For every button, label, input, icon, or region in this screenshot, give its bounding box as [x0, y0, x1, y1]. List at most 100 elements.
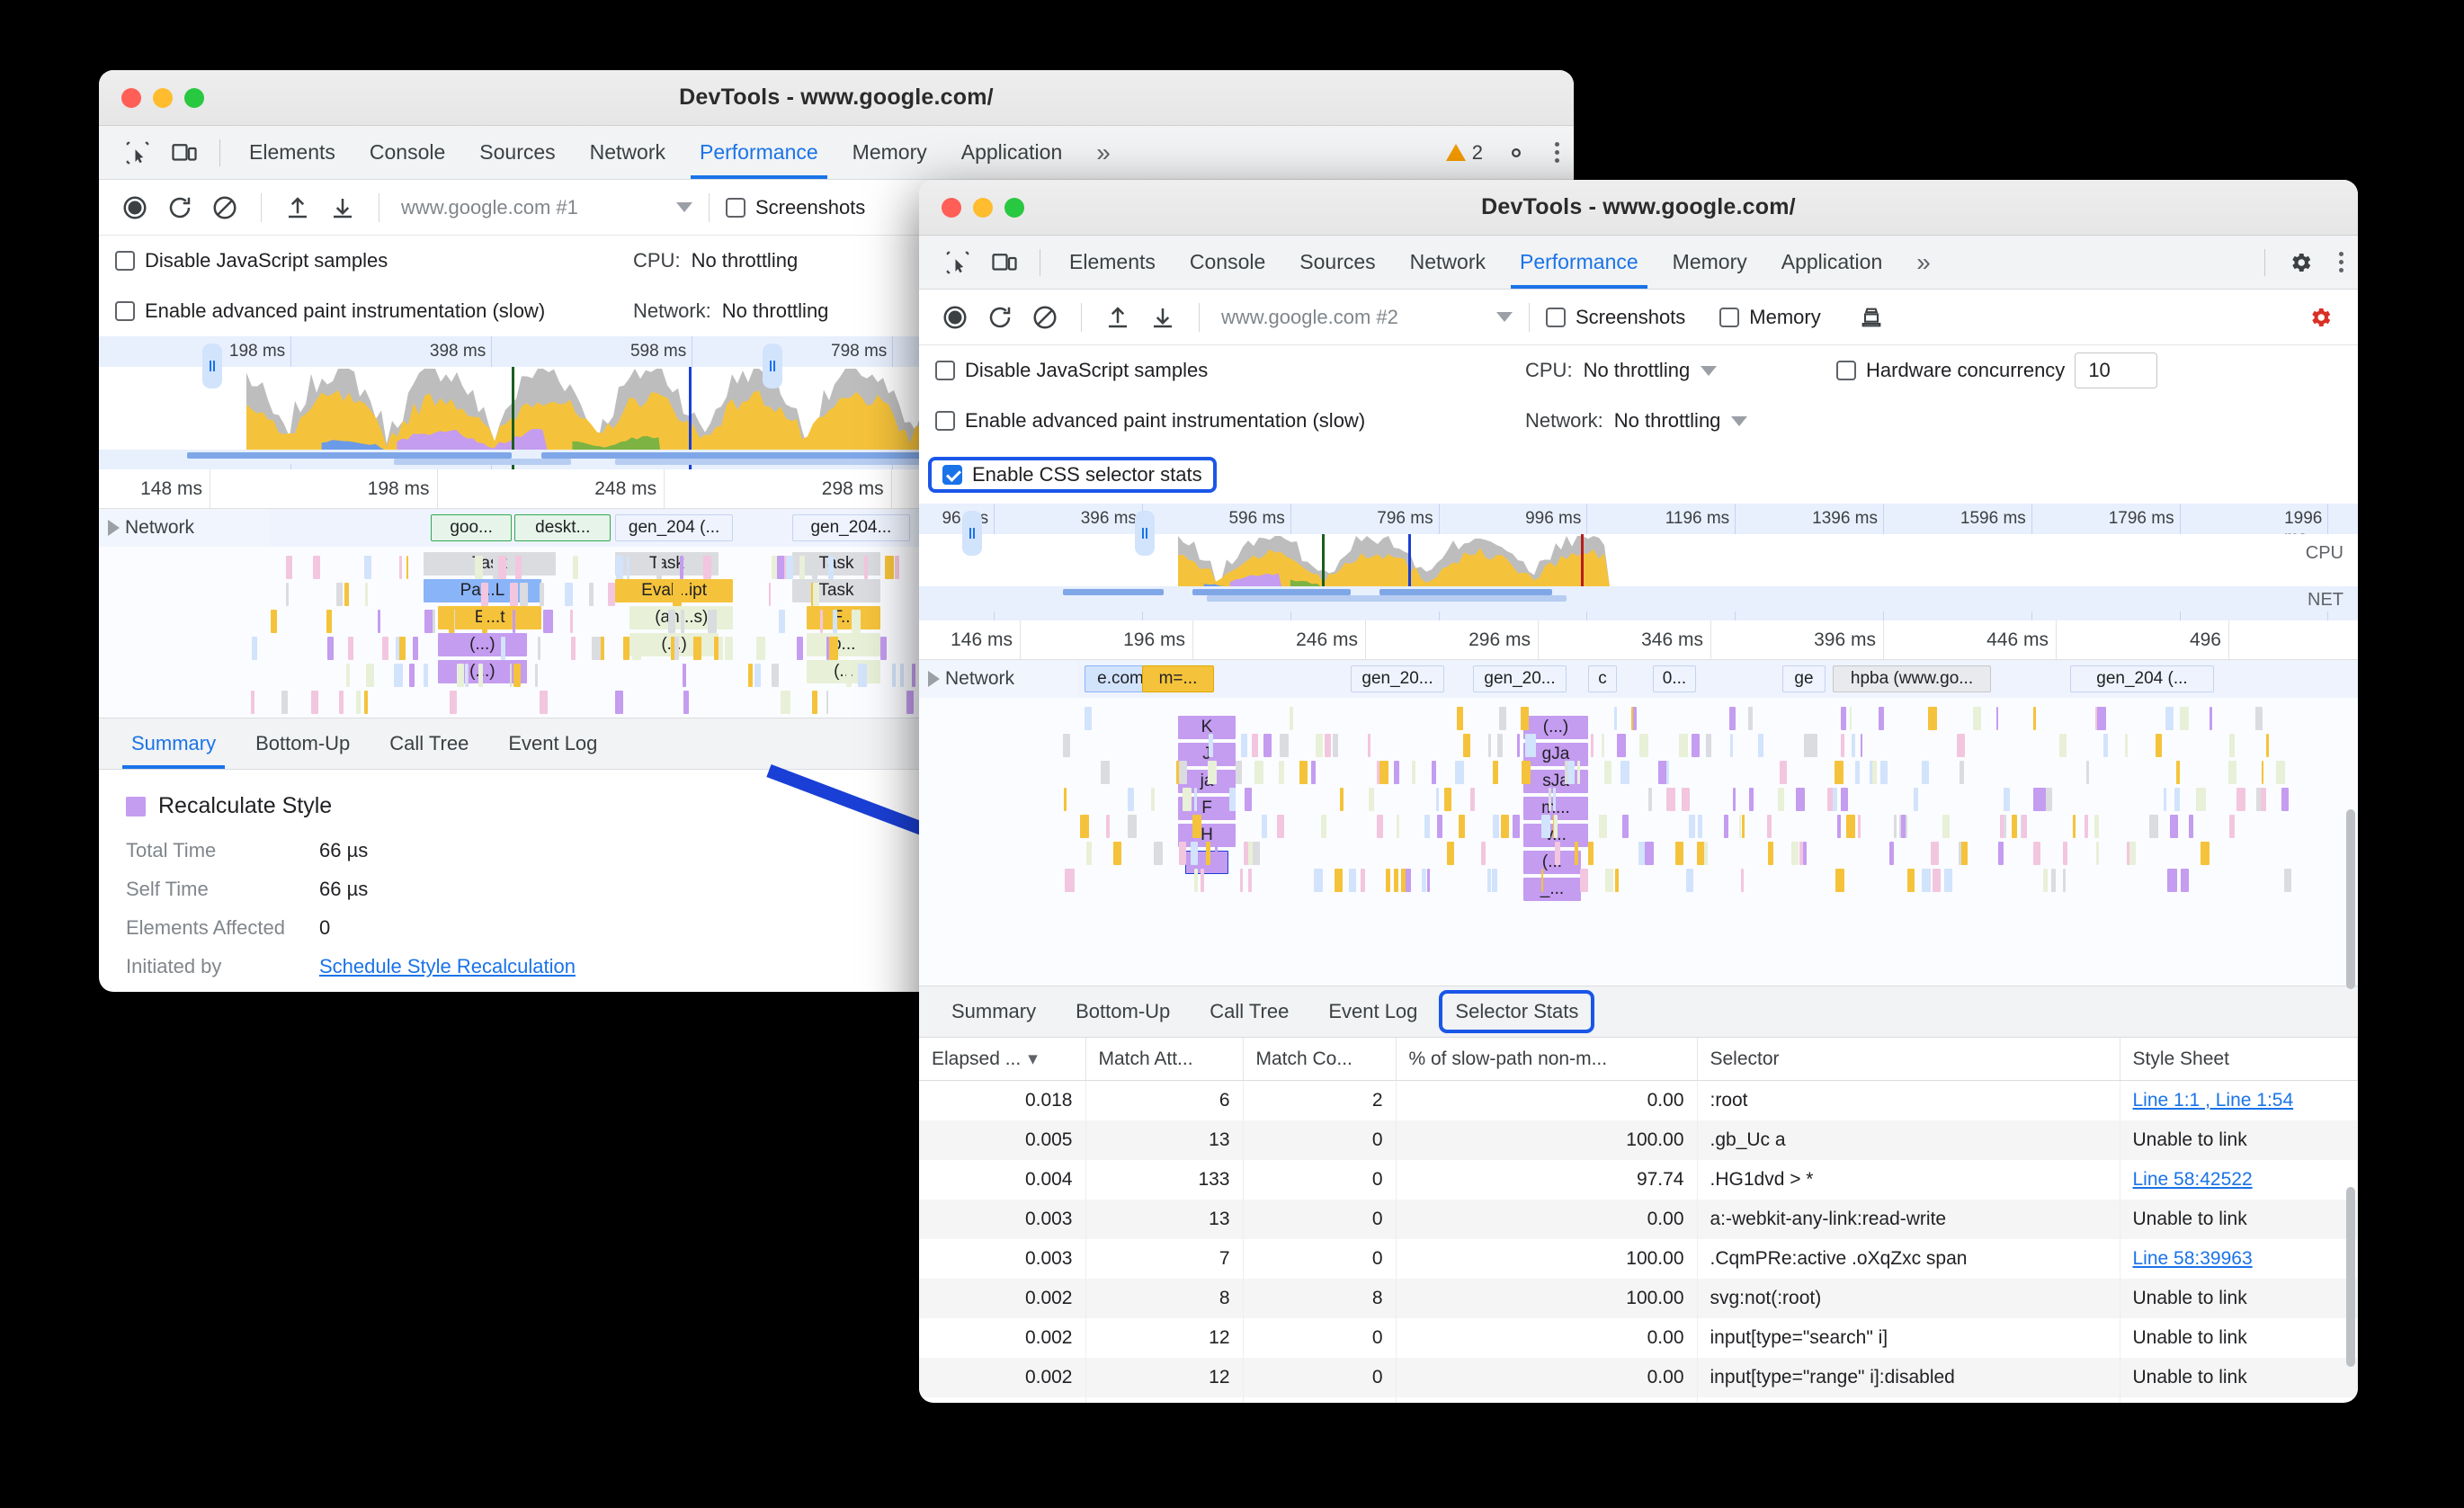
overview-selection-handle-right[interactable]	[1135, 511, 1155, 556]
flame-chart-bar[interactable]: _...	[1523, 878, 1581, 901]
tab-overflow-chevron-icon[interactable]: »	[1900, 236, 1947, 289]
screenshots-checkbox-row[interactable]: Screenshots	[726, 196, 865, 219]
table-row[interactable]: 0.005 13 0 100.00 .gb_Uc a Unable to link	[919, 1120, 2358, 1160]
drawer-tab-summary[interactable]: Summary	[113, 718, 234, 769]
table-row[interactable]: 0.002 8 8 100.00 svg:not(:root) Unable to lin…	[919, 1279, 2358, 1318]
flame-chart-bar[interactable]: Task	[423, 552, 557, 576]
front-overview-minimap[interactable]	[919, 511, 2358, 611]
front-record-toolbar[interactable]: www.google.com #2 Screenshots Memory	[919, 290, 2358, 345]
front-overview-pane[interactable]: 96 ms396 ms596 ms796 ms996 ms1196 ms1396…	[919, 504, 2358, 620]
selector-stats-table[interactable]: Elapsed ... ▾ Match Att... Match Co... % …	[919, 1038, 2358, 1403]
tab-console[interactable]: Console	[1174, 236, 1281, 289]
disable-js-samples-row[interactable]: Disable JavaScript samples	[115, 249, 619, 272]
col-style-sheet[interactable]: Style Sheet	[2120, 1038, 2358, 1081]
table-row[interactable]: 0.004 133 0 97.74 .HG1dvd > * Line 58:42522	[919, 1160, 2358, 1200]
capture-settings-gear-icon[interactable]	[2300, 298, 2340, 337]
cell-style-sheet[interactable]: Line 58:42522	[2120, 1160, 2358, 1200]
gear-icon[interactable]	[1497, 134, 1535, 172]
css-selector-stats-row[interactable]: Enable CSS selector stats	[928, 457, 1217, 493]
tab-application[interactable]: Application	[1765, 236, 1899, 289]
network-request-chip[interactable]: gen_20...	[1351, 665, 1444, 692]
garbage-collect-icon[interactable]	[1852, 298, 1891, 337]
screenshots-checkbox-row[interactable]: Screenshots	[1546, 306, 1685, 329]
more-options-icon[interactable]	[2325, 252, 2358, 272]
tab-network[interactable]: Network	[574, 127, 682, 179]
flame-chart-scrollbar[interactable]	[2346, 809, 2355, 989]
col-match-count[interactable]: Match Co...	[1243, 1038, 1397, 1081]
screenshots-checkbox[interactable]	[1546, 307, 1566, 327]
drawer-tab-summary[interactable]: Summary	[933, 986, 1054, 1037]
network-request-chip[interactable]: ge	[1782, 665, 1826, 692]
network-track-label[interactable]: Network	[99, 509, 270, 547]
flame-chart-bar[interactable]: Task	[791, 579, 881, 602]
gear-icon[interactable]	[2281, 244, 2319, 281]
memory-checkbox-row[interactable]: Memory	[1719, 306, 1821, 329]
stylesheet-link[interactable]: Line 1:1 , Line 1:54	[2133, 1090, 2294, 1111]
memory-checkbox[interactable]	[1719, 307, 1740, 327]
table-row[interactable]: 0.003 7 0 100.00 .CqmPRe:active .oXqZxc span…	[919, 1239, 2358, 1279]
devtools-window-front[interactable]: DevTools - www.google.com/ Elements Cons…	[919, 180, 2358, 1403]
flame-chart-bar[interactable]: (...)	[438, 633, 527, 656]
tab-memory[interactable]: Memory	[1656, 236, 1763, 289]
network-request-chip[interactable]: m=...	[1142, 665, 1214, 692]
cell-style-sheet[interactable]: Line 1:1 , Line 1:54	[2120, 1080, 2358, 1120]
drawer-tab-bottom-up[interactable]: Bottom-Up	[1058, 986, 1188, 1037]
device-toolbar-icon[interactable]	[986, 244, 1023, 281]
disable-js-samples-row[interactable]: Disable JavaScript samples	[935, 359, 1511, 382]
overview-selection-handle-left[interactable]	[201, 344, 222, 388]
table-row[interactable]: 0.002 12 0 0.00 input[type="range" i]:disabl…	[919, 1358, 2358, 1397]
css-selector-stats-checkbox[interactable]	[942, 465, 962, 485]
tab-elements[interactable]: Elements	[1053, 236, 1172, 289]
reload-and-record-button[interactable]	[160, 188, 200, 228]
network-throttle-group[interactable]: Network: No throttling	[633, 299, 828, 323]
drawer-tab-bottom-up[interactable]: Bottom-Up	[237, 718, 368, 769]
hardware-concurrency-checkbox[interactable]	[1836, 361, 1856, 380]
overview-selection-handle-right[interactable]	[763, 344, 782, 388]
hardware-concurrency-row[interactable]: Hardware concurrency 10	[1836, 352, 2158, 388]
network-request-chip[interactable]: deskt...	[514, 514, 612, 541]
disable-js-samples-checkbox[interactable]	[115, 251, 135, 271]
tab-elements[interactable]: Elements	[233, 127, 352, 179]
tab-performance[interactable]: Performance	[683, 127, 835, 179]
inspect-element-icon[interactable]	[939, 244, 977, 281]
drawer-tab-call-tree[interactable]: Call Tree	[1192, 986, 1307, 1037]
drawer-tab-call-tree[interactable]: Call Tree	[371, 718, 487, 769]
tab-performance[interactable]: Performance	[1504, 236, 1655, 289]
cpu-throttle-group[interactable]: CPU: No throttling	[633, 249, 798, 272]
network-value[interactable]: No throttling	[1614, 409, 1721, 433]
drawer-tab-event-log[interactable]: Event Log	[1310, 986, 1435, 1037]
disable-js-samples-checkbox[interactable]	[935, 361, 955, 380]
advanced-paint-row[interactable]: Enable advanced paint instrumentation (s…	[115, 299, 619, 323]
record-button[interactable]	[935, 298, 975, 337]
flame-chart-bar[interactable]: b...	[807, 633, 881, 656]
warning-badge[interactable]: 2	[1437, 141, 1492, 165]
tab-overflow-chevron-icon[interactable]: »	[1080, 127, 1127, 179]
more-options-icon[interactable]	[1540, 142, 1574, 163]
stylesheet-link[interactable]: Line 58:42522	[2133, 1169, 2253, 1190]
screenshots-checkbox[interactable]	[726, 197, 745, 218]
expand-triangle-icon[interactable]	[108, 520, 120, 536]
clear-button[interactable]	[205, 188, 245, 228]
advanced-paint-checkbox[interactable]	[935, 411, 955, 431]
flame-chart-bar[interactable]: K	[1178, 716, 1236, 739]
network-request-chip[interactable]: gen_204 (...	[615, 514, 734, 541]
load-profile-icon[interactable]	[278, 188, 317, 228]
network-throttle-group[interactable]: Network: No throttling	[1525, 409, 1748, 433]
network-request-chip[interactable]: gen_204...	[791, 514, 910, 541]
tab-memory[interactable]: Memory	[836, 127, 943, 179]
profile-select[interactable]: www.google.com #2	[1216, 306, 1513, 329]
reload-and-record-button[interactable]	[980, 298, 1020, 337]
front-network-track[interactable]: Network e.com m=... gen_20... gen_20... c 0..…	[919, 660, 2358, 698]
front-devtools-tabstrip[interactable]: Elements Console Sources Network Perform…	[919, 236, 2358, 290]
flame-chart-bar[interactable]: (...	[807, 660, 881, 683]
clear-button[interactable]	[1025, 298, 1065, 337]
table-row[interactable]: 0.002 12 0 0.00 input[type="search" i] Unable…	[919, 1318, 2358, 1358]
front-flame-chart[interactable]: KJjaFH(...)gJasJam...v...(..._...	[919, 698, 2358, 986]
col-elapsed[interactable]: Elapsed ... ▾	[919, 1038, 1086, 1081]
flame-chart-bar[interactable]: F...	[807, 606, 881, 629]
col-selector[interactable]: Selector	[1697, 1038, 2120, 1081]
table-row[interactable]: 0.018 6 2 0.00:root Line 1:1 , Line 1:54	[919, 1080, 2358, 1120]
tab-sources[interactable]: Sources	[463, 127, 571, 179]
network-request-chip[interactable]: gen_20...	[1473, 665, 1567, 692]
stylesheet-link[interactable]: Line 58:39963	[2133, 1248, 2253, 1269]
